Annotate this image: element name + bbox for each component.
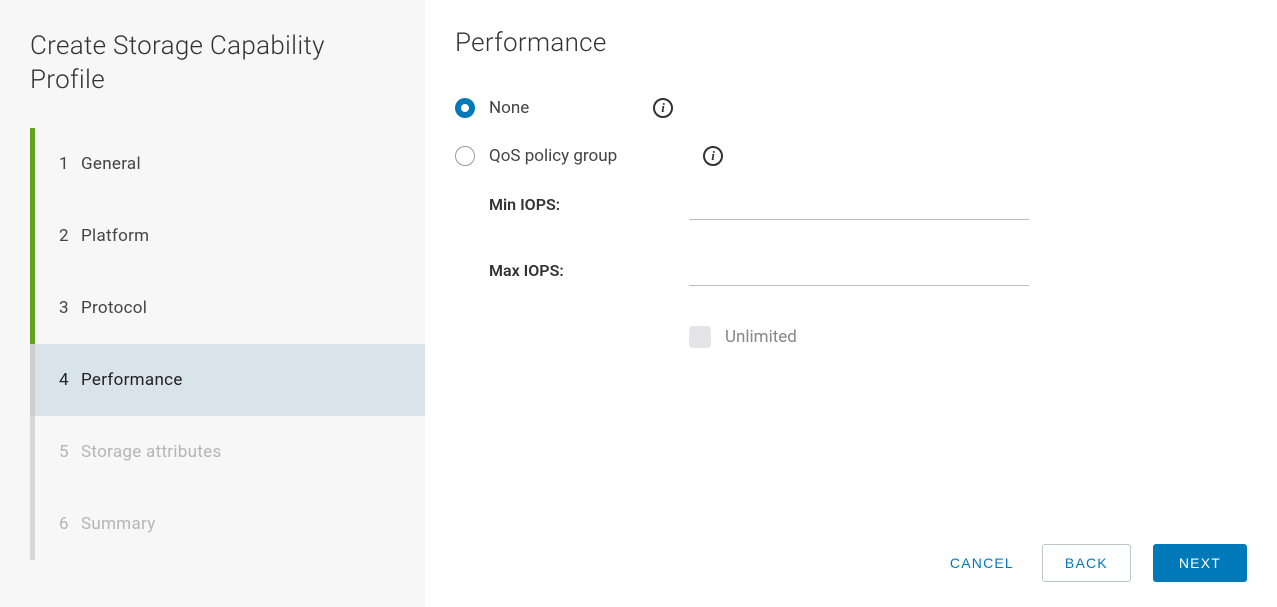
main-content: Performance None i QoS policy group i Mi…: [425, 0, 1277, 607]
wizard-title: Create Storage Capability Profile: [30, 30, 425, 98]
min-iops-label: Min IOPS:: [489, 195, 689, 220]
step-number: 6: [59, 514, 81, 534]
form-area: None i QoS policy group i Min IOPS: Max …: [455, 98, 1247, 544]
wizard-step-summary: 6 Summary: [30, 488, 425, 560]
step-label: Summary: [81, 514, 156, 534]
page-title: Performance: [455, 28, 1247, 58]
wizard-step-general[interactable]: 1 General: [30, 128, 425, 200]
wizard-footer: CANCEL BACK NEXT: [455, 544, 1247, 582]
radio-none[interactable]: [455, 98, 475, 118]
step-label: General: [81, 154, 141, 174]
min-iops-input: [689, 194, 1029, 220]
wizard-steps: 1 General 2 Platform 3 Protocol 4 Perfor…: [30, 128, 425, 560]
radio-row-none: None i: [455, 98, 1247, 118]
field-max-iops: Max IOPS:: [489, 260, 1247, 286]
wizard-step-protocol[interactable]: 3 Protocol: [30, 272, 425, 344]
unlimited-checkbox: [689, 326, 711, 348]
step-number: 5: [59, 442, 81, 462]
info-icon[interactable]: i: [653, 98, 673, 118]
next-button[interactable]: NEXT: [1153, 544, 1247, 582]
radio-qos[interactable]: [455, 146, 475, 166]
step-label: Storage attributes: [81, 442, 222, 462]
step-label: Protocol: [81, 298, 147, 318]
wizard-step-storage-attributes: 5 Storage attributes: [30, 416, 425, 488]
radio-none-label: None: [489, 98, 649, 118]
step-number: 4: [59, 370, 81, 390]
wizard-step-platform[interactable]: 2 Platform: [30, 200, 425, 272]
info-icon[interactable]: i: [703, 146, 723, 166]
max-iops-input: [689, 260, 1029, 286]
checkbox-unlimited-row: Unlimited: [689, 326, 1247, 348]
step-number: 3: [59, 298, 81, 318]
step-number: 1: [59, 154, 81, 174]
wizard-step-performance[interactable]: 4 Performance: [30, 344, 425, 416]
radio-qos-label: QoS policy group: [489, 146, 649, 166]
step-label: Platform: [81, 226, 149, 246]
step-number: 2: [59, 226, 81, 246]
unlimited-label: Unlimited: [725, 327, 797, 347]
cancel-button[interactable]: CANCEL: [944, 545, 1020, 581]
radio-dot-icon: [461, 104, 469, 112]
field-min-iops: Min IOPS:: [489, 194, 1247, 220]
back-button[interactable]: BACK: [1042, 544, 1131, 582]
step-label: Performance: [81, 370, 183, 390]
wizard-sidebar: Create Storage Capability Profile 1 Gene…: [0, 0, 425, 607]
radio-row-qos: QoS policy group i: [455, 146, 1247, 166]
max-iops-label: Max IOPS:: [489, 261, 689, 286]
